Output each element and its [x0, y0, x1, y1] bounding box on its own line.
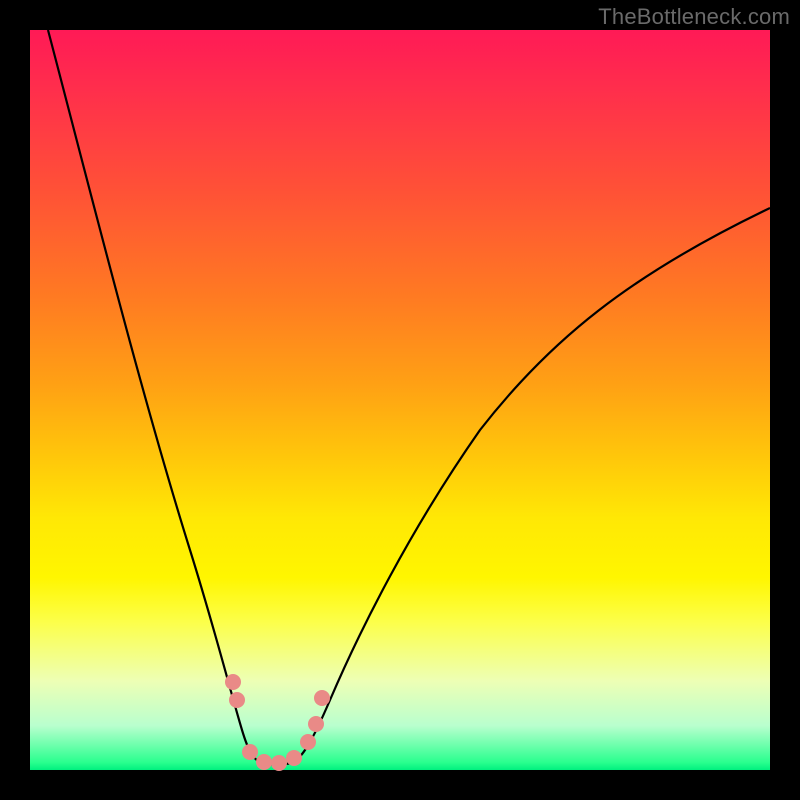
chart-frame: TheBottleneck.com: [0, 0, 800, 800]
chart-svg: [30, 30, 770, 770]
watermark-text: TheBottleneck.com: [598, 4, 790, 30]
curve-left-branch: [48, 30, 262, 763]
curve-right-branch: [292, 208, 770, 763]
plot-area: [30, 30, 770, 770]
